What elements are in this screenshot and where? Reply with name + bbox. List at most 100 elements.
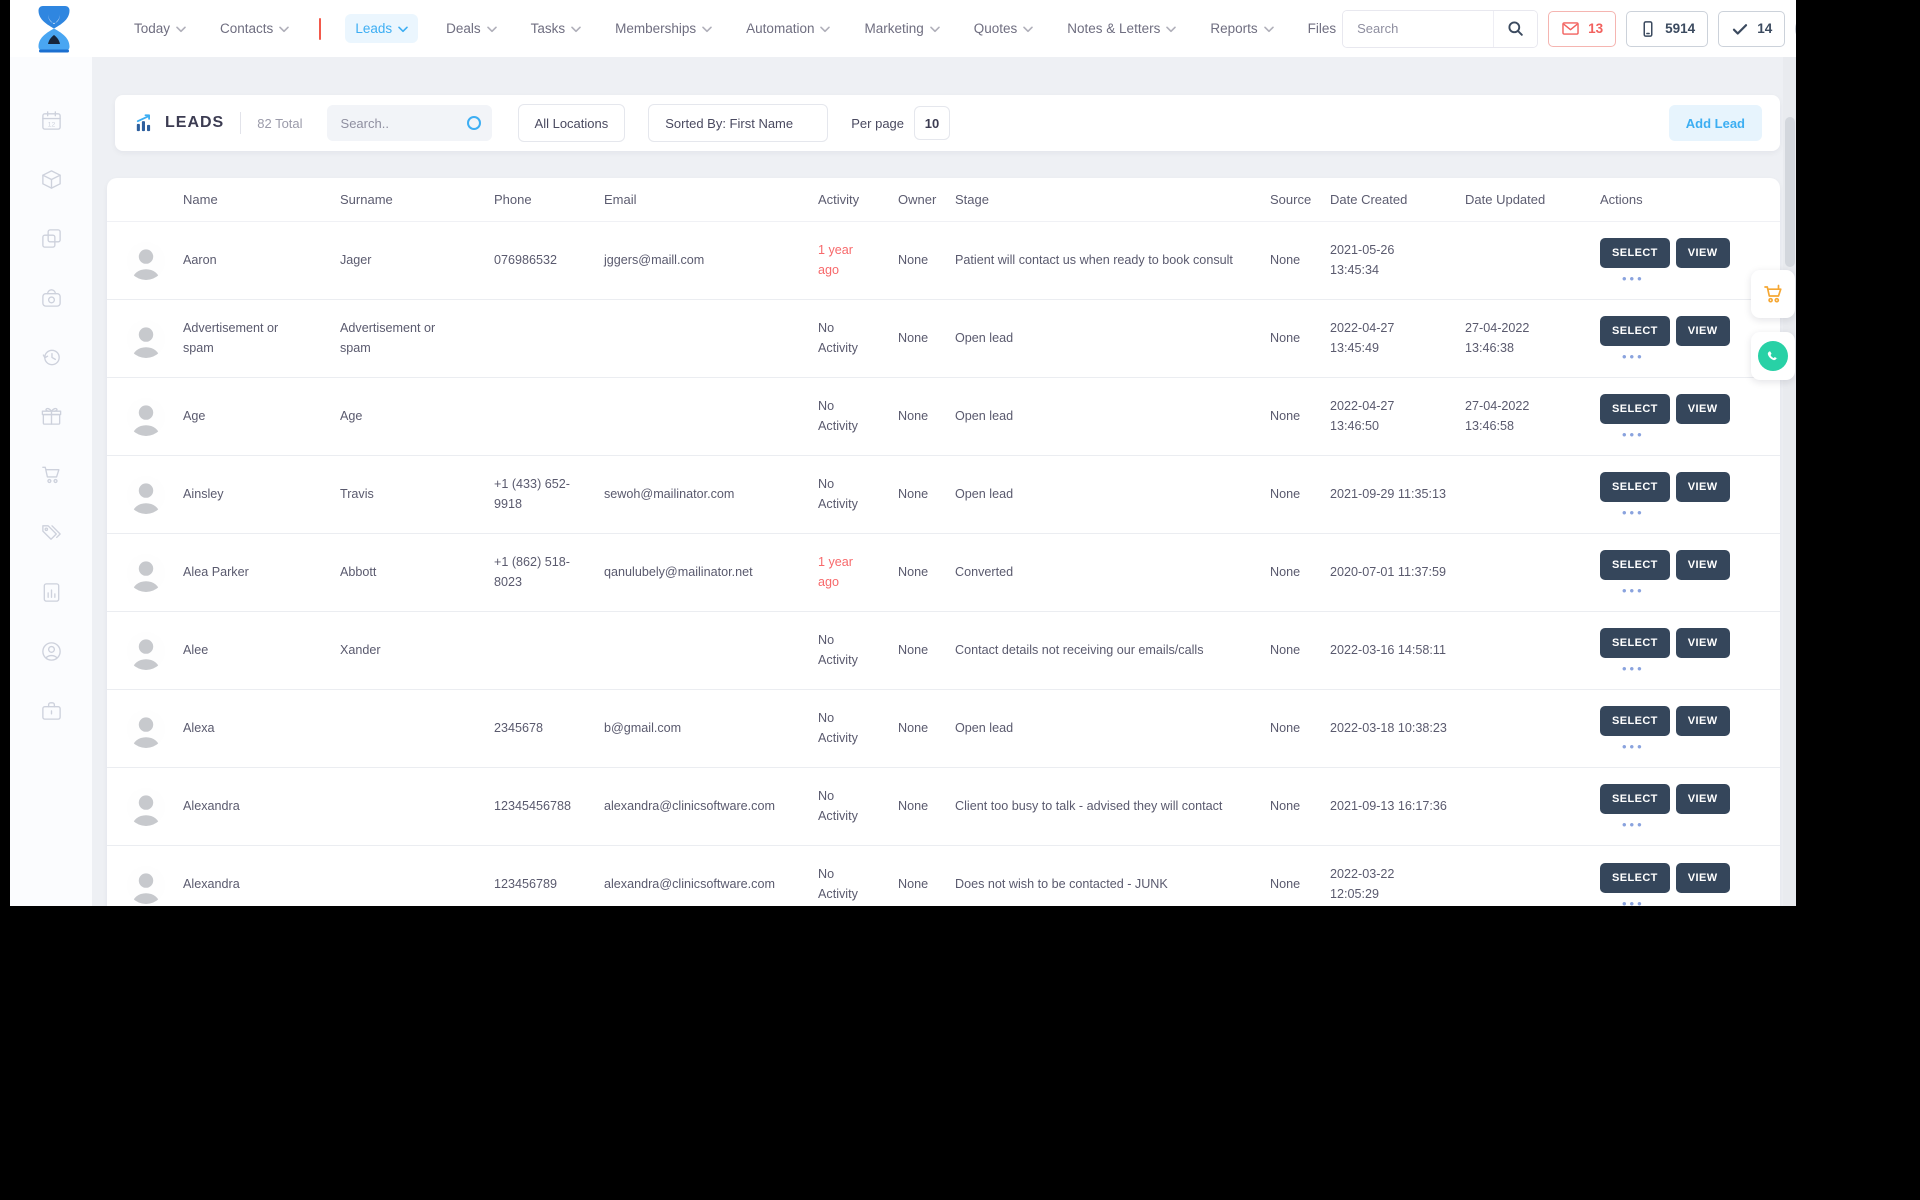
select-button[interactable]: SELECT [1600,238,1670,268]
lead-email: sewoh@mailinator.com [604,486,735,501]
table-row[interactable]: Alee Xander No Activity None Contact details… [107,612,1780,690]
locations-dropdown[interactable]: All Locations [517,104,626,142]
add-lead-button[interactable]: Add Lead [1668,105,1762,141]
table-row[interactable]: Alexa 2345678 b@gmail.com No Activity None Op… [107,690,1780,768]
view-button[interactable]: VIEW [1675,472,1730,502]
nav-item-notes-letters[interactable]: Notes & Letters [1061,14,1182,43]
briefcase-icon[interactable] [40,699,63,722]
view-button[interactable]: VIEW [1675,706,1730,736]
select-button[interactable]: SELECT [1600,472,1670,502]
lead-name: Alexandra [183,877,240,892]
lead-stage: Open lead [955,330,1014,345]
case-icon[interactable] [40,286,63,309]
select-button[interactable]: SELECT [1600,862,1670,893]
nav-item-memberships[interactable]: Memberships [609,14,718,43]
lead-surname: Travis [340,486,374,501]
package-icon[interactable] [40,168,63,191]
main-content: LEADS 82 Total All Locations Sorted By: … [92,57,1796,906]
select-button[interactable]: SELECT [1600,316,1670,346]
nav-item-leads[interactable]: Leads [345,14,419,43]
mail-badge[interactable]: 13 [1548,10,1617,47]
lead-actions: SELECT VIEW ••• [1600,706,1780,753]
lead-actions: SELECT VIEW ••• [1600,784,1780,831]
cart-icon[interactable] [40,463,63,486]
scrollbar[interactable] [1783,57,1796,906]
more-actions-icon[interactable]: ••• [1622,818,1645,831]
table-row[interactable]: Advertisement or spam Advertisement or sp… [107,300,1780,378]
mail-count: 13 [1588,21,1604,36]
view-button[interactable]: VIEW [1675,316,1730,346]
select-button[interactable]: SELECT [1600,550,1670,580]
lead-activity: 1 year ago [818,242,854,277]
copies-icon[interactable] [40,227,63,250]
lead-stage: Open lead [955,486,1014,501]
calendar-icon[interactable]: 12 [40,109,63,132]
global-search [1342,9,1539,48]
lead-source: None [1270,720,1301,735]
lead-source: None [1270,877,1301,892]
tasks-badge[interactable]: 14 [1718,10,1786,47]
nav-item-today[interactable]: Today [128,14,192,43]
person-avatar-icon [127,241,165,280]
table-row[interactable]: Aaron Jager 076986532 jggers@maill.com 1 yea… [107,222,1780,300]
more-actions-icon[interactable]: ••• [1622,428,1645,441]
nav-item-automation[interactable]: Automation [740,14,836,43]
check-icon [1731,20,1749,38]
global-search-input[interactable] [1343,10,1494,47]
person-avatar-icon [127,319,165,358]
view-button[interactable]: VIEW [1675,550,1730,580]
person-avatar-icon [127,475,165,514]
more-actions-icon[interactable]: ••• [1622,897,1645,907]
more-actions-icon[interactable]: ••• [1622,584,1645,597]
sort-dropdown[interactable]: Sorted By: First Name [648,104,829,142]
lead-activity: No Activity [818,476,858,511]
report-icon[interactable] [40,581,63,604]
nav-item-tasks[interactable]: Tasks [525,14,588,43]
phone-badge[interactable]: 5914 [1626,10,1709,47]
history-icon[interactable] [40,345,63,368]
lead-avatar-cell [107,397,183,436]
table-row[interactable]: Ainsley Travis +1 (433) 652-9918 sewoh@mail… [107,456,1780,534]
nav-item-quotes[interactable]: Quotes [968,14,1040,43]
column-header-name: Name [183,192,218,207]
select-button[interactable]: SELECT [1600,784,1670,814]
more-actions-icon[interactable]: ••• [1622,506,1645,519]
more-actions-icon[interactable]: ••• [1622,662,1645,675]
clinicsoftware-logo-icon[interactable] [30,4,78,54]
select-button[interactable]: SELECT [1600,628,1670,658]
more-actions-icon[interactable]: ••• [1622,740,1645,753]
view-button[interactable]: VIEW [1675,628,1730,658]
help-icon[interactable]: ? [1795,14,1796,43]
table-row[interactable]: Age Age No Activity None Open lead None 2022-0… [107,378,1780,456]
scrollbar-thumb[interactable] [1784,117,1795,267]
cart-float-button[interactable] [1751,270,1795,318]
more-actions-icon[interactable]: ••• [1622,272,1645,285]
top-bar: Today Contacts Leads Deals Tasks Memberships A… [10,0,1796,57]
select-button[interactable]: SELECT [1600,706,1670,736]
nav-item-deals[interactable]: Deals [440,14,503,43]
table-row[interactable]: Alea Parker Abbott +1 (862) 518-8023 qanulu… [107,534,1780,612]
per-page-input[interactable]: 10 [914,106,951,140]
view-button[interactable]: VIEW [1675,784,1730,814]
table-row[interactable]: Alexandra 12345456788 alexandra@clinicsoft… [107,768,1780,846]
nav-item-marketing[interactable]: Marketing [858,14,945,43]
lead-stage: Patient will contact us when ready to bo… [955,252,1233,267]
select-button[interactable]: SELECT [1600,394,1670,424]
tags-icon[interactable] [40,522,63,545]
whatsapp-float-button[interactable] [1751,332,1795,380]
table-row[interactable]: Alexandra 123456789 alexandra@clinicsoftwa… [107,846,1780,906]
nav-item-reports[interactable]: Reports [1204,14,1279,43]
more-actions-icon[interactable]: ••• [1622,350,1645,363]
lead-email: b@gmail.com [604,720,682,735]
person-avatar-icon [127,631,165,670]
account-icon[interactable] [40,640,63,663]
search-icon[interactable] [1493,10,1538,47]
lead-source: None [1270,486,1301,501]
view-button[interactable]: VIEW [1675,862,1730,893]
nav-item-contacts[interactable]: Contacts [214,14,295,43]
nav-item-files[interactable]: Files [1302,14,1343,43]
gift-icon[interactable] [40,404,63,427]
view-button[interactable]: VIEW [1675,394,1730,424]
view-button[interactable]: VIEW [1675,238,1730,268]
lead-owner: None [898,798,929,813]
